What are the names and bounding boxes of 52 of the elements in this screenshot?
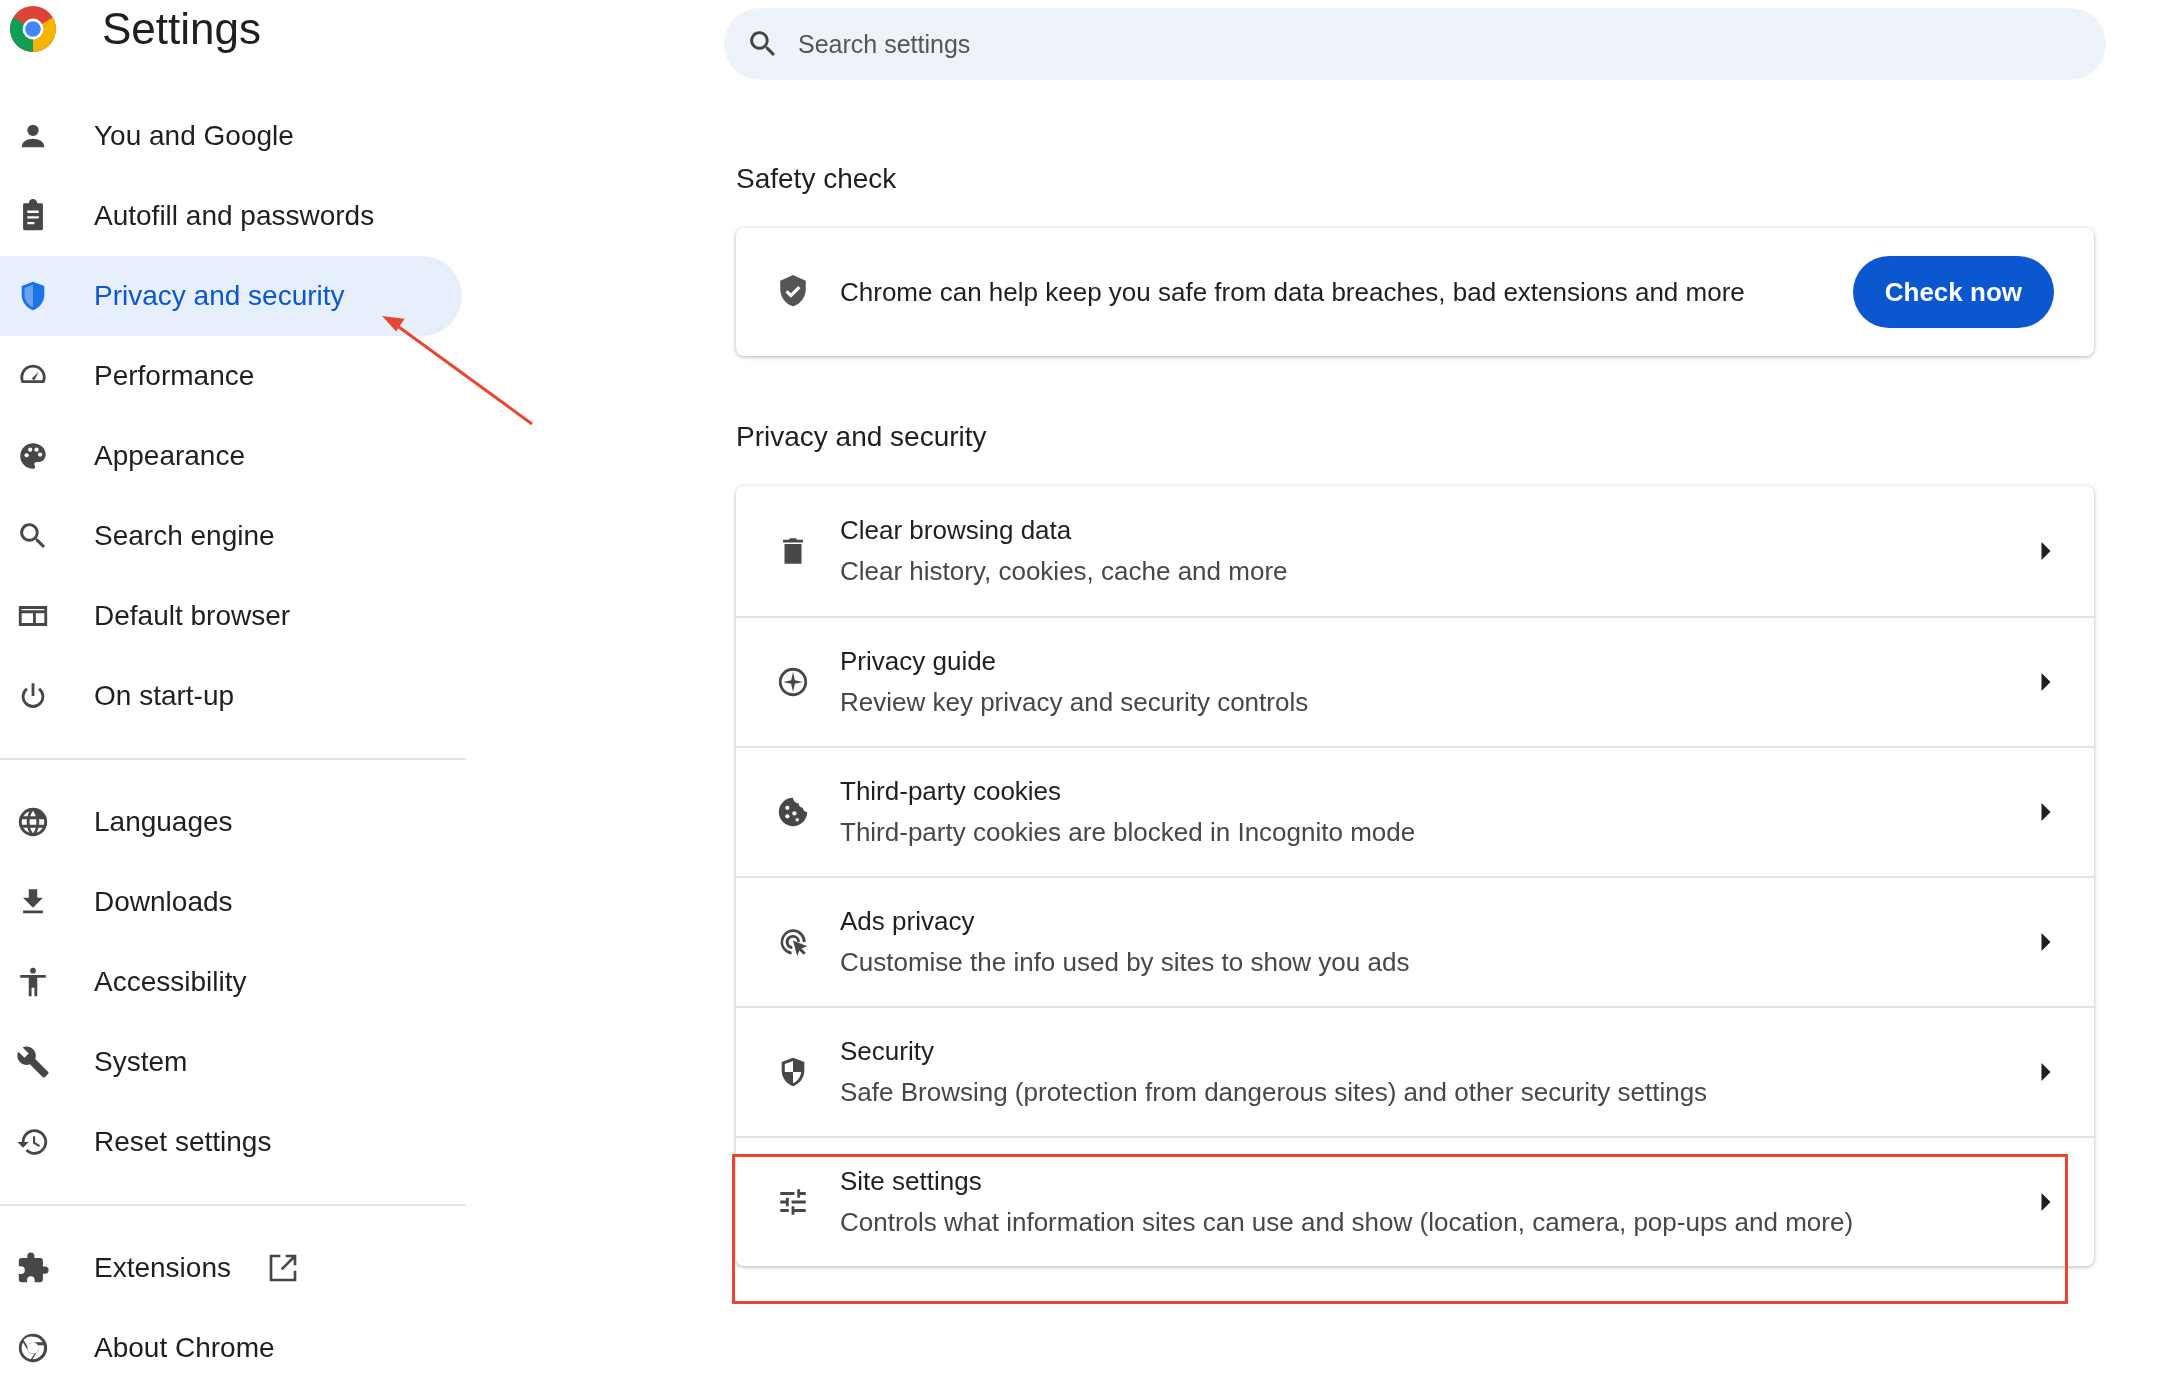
sidebar-item[interactable]: Downloads	[0, 862, 462, 942]
globe-icon	[16, 805, 50, 839]
page-title: Settings	[102, 7, 261, 51]
sidebar-item[interactable]: Autofill and passwords	[0, 176, 462, 256]
check-now-button[interactable]: Check now	[1852, 256, 2054, 328]
chevron-right-icon	[2040, 1063, 2052, 1081]
sidebar-item[interactable]: Search engine	[0, 496, 462, 576]
chrome-icon	[16, 1331, 50, 1365]
sidebar-item[interactable]: Extensions	[0, 1228, 462, 1308]
chevron-right-icon	[2040, 933, 2052, 951]
row-description: Third-party cookies are blocked in Incognito mode	[840, 816, 1417, 849]
row-title: Clear browsing data	[840, 514, 1073, 547]
row-title: Privacy guide	[840, 645, 998, 678]
settings-row[interactable]: Privacy guide Review key privacy and security controls	[736, 616, 2094, 746]
sidebar-item[interactable]: About Chrome	[0, 1308, 462, 1386]
sidebar-item[interactable]: Languages	[0, 782, 462, 862]
sidebar-item[interactable]: Accessibility	[0, 942, 462, 1022]
row-description: Controls what information sites can use and show (location, camera, pop-ups and more)	[840, 1206, 1855, 1239]
chevron-right-icon	[2040, 673, 2052, 691]
row-description: Safe Browsing (protection from dangerous sites) and other security settings	[840, 1076, 1709, 1109]
chevron-right-icon	[2040, 1193, 2052, 1211]
compass-icon	[776, 665, 810, 699]
settings-row[interactable]: Site settings Controls what information sites can use and show (location, camera, pop-ups and more)	[736, 1136, 2094, 1266]
row-description: Review key privacy and security controls	[840, 686, 1310, 719]
row-description: Clear history, cookies, cache and more	[840, 555, 1289, 588]
sidebar-item[interactable]: Performance	[0, 336, 462, 416]
sidebar-item[interactable]: Default browser	[0, 576, 462, 656]
sidebar-item[interactable]: System	[0, 1022, 462, 1102]
sidebar-item[interactable]: On start-up	[0, 656, 462, 736]
settings-row[interactable]: Ads privacy Customise the info used by sites to show you ads	[736, 876, 2094, 1006]
wrench-icon	[16, 1045, 50, 1079]
row-title: Security	[840, 1035, 935, 1068]
sidebar-item[interactable]: Reset settings	[0, 1102, 462, 1182]
search-field[interactable]: Search settings	[724, 8, 2106, 80]
chevron-right-icon	[2040, 542, 2052, 560]
row-title: Third-party cookies	[840, 775, 1063, 808]
cookie-icon	[776, 795, 810, 829]
row-title: Site settings	[840, 1165, 983, 1198]
safety-check-description: Chrome can help keep you safe from data breaches, bad extensions and more	[840, 275, 1746, 309]
sidebar-item[interactable]: Privacy and security	[0, 256, 462, 336]
settings-row[interactable]: Security Safe Browsing (protection from dangerous sites) and other security settings	[736, 1006, 2094, 1136]
row-description: Customise the info used by sites to show you ads	[840, 946, 1411, 979]
sidebar-item[interactable]: Appearance	[0, 416, 462, 496]
row-title: Ads privacy	[840, 905, 976, 938]
browser-logo-icon	[8, 4, 58, 54]
sidebar-item[interactable]: You and Google	[0, 96, 462, 176]
section-heading: Safety check	[736, 162, 898, 196]
chevron-right-icon	[2040, 803, 2052, 821]
section-heading: Privacy and security	[736, 420, 988, 454]
settings-row[interactable]: Clear browsing data Clear history, cookies, cache and more	[736, 486, 2094, 616]
settings-row[interactable]: Third-party cookies Third-party cookies are blocked in Incognito mode	[736, 746, 2094, 876]
puzzle-icon	[16, 1251, 50, 1285]
